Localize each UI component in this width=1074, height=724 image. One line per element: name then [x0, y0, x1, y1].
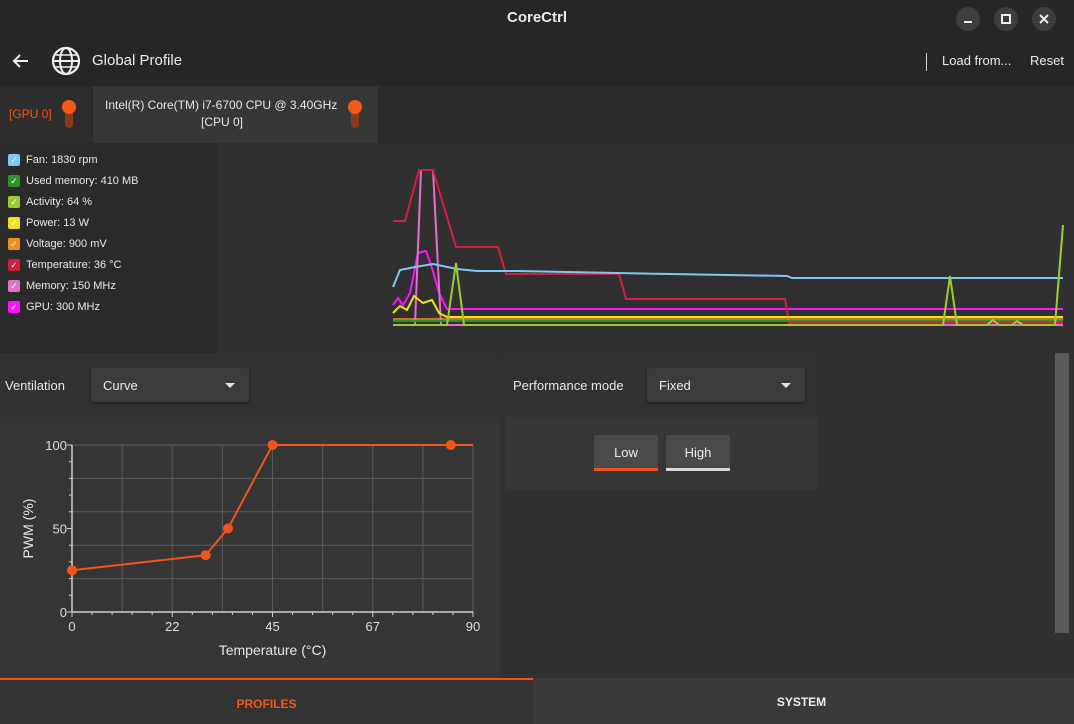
y-tick-label: 0: [60, 605, 67, 620]
y-tick-label: 100: [45, 438, 67, 453]
window-title: CoreCtrl: [506, 9, 567, 26]
low-mode-button[interactable]: Low: [594, 435, 658, 471]
performance-panel: Performance mode Fixed Low High: [505, 353, 818, 489]
series-gpu-clock: [392, 249, 1063, 310]
check-icon[interactable]: ✓: [8, 259, 20, 271]
y-tick-label: 50: [53, 522, 67, 537]
performance-mode-label: Performance mode: [513, 378, 624, 393]
close-button[interactable]: [1032, 7, 1056, 31]
active-indicator: [594, 468, 658, 471]
tab-cpu-0[interactable]: Intel(R) Core(TM) i7-6700 CPU @ 3.40GHz …: [93, 86, 378, 143]
corectrl-window: CoreCtrl Global Profile Load from... Res…: [0, 0, 1074, 724]
minimize-button[interactable]: [956, 7, 980, 31]
check-icon[interactable]: ✓: [8, 301, 20, 313]
load-from-button[interactable]: Load from...: [942, 53, 1011, 68]
x-axis-label: Temperature (°C): [219, 642, 327, 658]
scrollbar[interactable]: [1055, 353, 1069, 633]
sensor-graph: [217, 143, 1074, 353]
check-icon[interactable]: ✓: [8, 175, 20, 187]
series-temperature: [393, 169, 1063, 324]
high-mode-label: High: [684, 445, 712, 460]
maximize-button[interactable]: [994, 7, 1018, 31]
x-tick-label: 0: [68, 619, 75, 634]
curve-point[interactable]: [200, 550, 211, 561]
close-icon: [1039, 14, 1049, 24]
x-tick-label: 90: [466, 619, 480, 634]
profile-title: Global Profile: [92, 52, 183, 69]
tab-gpu-0[interactable]: [GPU 0]: [0, 86, 91, 143]
performance-mode-select[interactable]: Fixed: [647, 368, 805, 402]
tab-system[interactable]: SYSTEM: [533, 678, 1070, 724]
chevron-down-icon: [225, 383, 235, 388]
profile-header: Global Profile Load from... Reset: [0, 36, 1074, 86]
sensor-graph-svg: [392, 169, 1064, 326]
inactive-indicator: [666, 468, 730, 471]
performance-mode-value: Fixed: [659, 378, 691, 393]
check-icon[interactable]: ✓: [8, 280, 20, 292]
sensor-list: ✓ Fan: 1830 rpm ✓ Used memory: 410 MB ✓ Act…: [0, 143, 217, 353]
bottom-tabs: PROFILES SYSTEM: [0, 678, 1074, 724]
performance-row: Performance mode Fixed: [505, 353, 818, 417]
ventilation-mode-select[interactable]: Curve: [91, 368, 249, 402]
minimize-icon: [964, 21, 972, 23]
arrow-left-icon: [12, 54, 28, 68]
check-icon[interactable]: ✓: [8, 238, 20, 250]
fan-curve-svg[interactable]: 0 22 45 67 90 0 50 100 Temperature (°C) PWM (%): [0, 417, 500, 678]
cpu-0-toggle[interactable]: [348, 100, 362, 130]
tab-cpu-0-label: Intel(R) Core(TM) i7-6700 CPU @ 3.40GHz: [105, 98, 338, 112]
ventilation-panel: Ventilation Curve 0 22 45 67 90 0 50 100 Tempera…: [0, 353, 500, 678]
fan-curve-chart[interactable]: 0 22 45 67 90 0 50 100 Temperature (°C) PWM (%): [0, 417, 500, 678]
chevron-down-icon: [781, 383, 791, 388]
reset-button[interactable]: Reset: [1030, 53, 1064, 68]
y-axis-label: PWM (%): [20, 499, 36, 559]
curve-point[interactable]: [67, 565, 77, 576]
x-tick-label: 67: [366, 619, 380, 634]
globe-icon: [51, 46, 81, 76]
check-icon[interactable]: ✓: [8, 154, 20, 166]
tab-cpu-0-sublabel: [CPU 0]: [201, 115, 244, 129]
curve-point[interactable]: [267, 440, 278, 450]
header-separator: [926, 53, 927, 71]
check-icon[interactable]: ✓: [8, 196, 20, 208]
tab-gpu-0-label: [GPU 0]: [9, 107, 52, 121]
x-tick-label: 22: [165, 619, 179, 634]
ventilation-label: Ventilation: [5, 378, 65, 393]
check-icon[interactable]: ✓: [8, 217, 20, 229]
title-bar: CoreCtrl: [0, 0, 1074, 36]
tab-profiles[interactable]: PROFILES: [0, 678, 533, 724]
series-fan: [392, 262, 1063, 288]
gpu-0-toggle[interactable]: [62, 100, 76, 130]
ventilation-mode-value: Curve: [103, 378, 138, 393]
high-mode-button[interactable]: High: [666, 435, 730, 471]
device-tabs: [GPU 0] Intel(R) Core(TM) i7-6700 CPU @ …: [0, 86, 1074, 143]
low-mode-label: Low: [614, 445, 638, 460]
curve-point[interactable]: [445, 440, 456, 450]
maximize-icon: [1001, 14, 1011, 24]
back-button[interactable]: [8, 48, 34, 74]
curve-point[interactable]: [222, 523, 233, 534]
ventilation-row: Ventilation Curve: [0, 353, 500, 417]
x-tick-label: 45: [265, 619, 279, 634]
